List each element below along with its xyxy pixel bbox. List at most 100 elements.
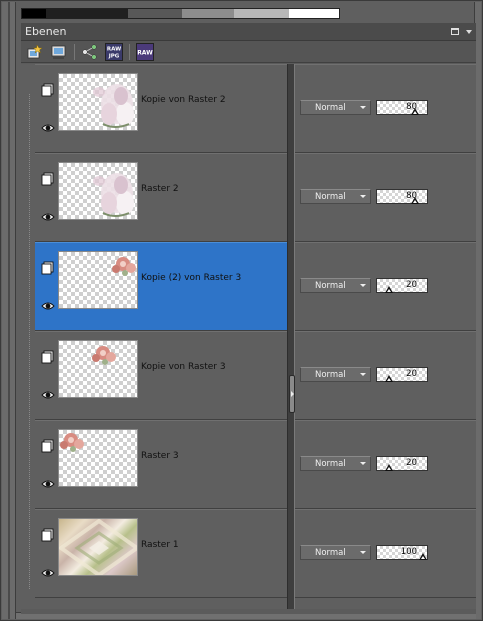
raw-jpg-line2: JPG — [108, 53, 120, 59]
layers-properties-column: Normal 80 Normal 80 Normal 20 Normal 20 Normal 20… — [295, 64, 476, 609]
layer-name: Raster 2 — [141, 184, 179, 194]
raw-icon: RAW — [136, 42, 154, 61]
maximize-button[interactable] — [448, 25, 462, 39]
blend-mode-value: Normal — [315, 102, 346, 113]
layer-link-icon[interactable] — [40, 171, 56, 187]
layer-thumbnail — [58, 162, 138, 220]
blend-mode-dropdown[interactable]: Normal — [300, 456, 371, 471]
chevron-down-icon — [360, 462, 366, 465]
layer-row[interactable]: Raster 3 — [35, 420, 287, 509]
opacity-slider-handle[interactable] — [419, 553, 427, 560]
opacity-slider-handle[interactable] — [385, 375, 393, 382]
layers-toolbar: RAW JPG RAW — [21, 41, 476, 63]
chevron-down-icon — [360, 551, 366, 554]
opacity-slider[interactable]: 20 — [376, 278, 428, 293]
chevron-right-icon — [290, 391, 294, 397]
layer-thumbnail — [58, 518, 138, 576]
toolbar-separator — [129, 43, 130, 60]
opacity-slider-handle[interactable] — [411, 197, 419, 204]
color-swatch — [22, 9, 46, 18]
opacity-slider-handle[interactable] — [385, 286, 393, 293]
opacity-slider[interactable]: 20 — [376, 456, 428, 471]
blend-mode-value: Normal — [315, 280, 346, 291]
layer-name: Raster 1 — [141, 540, 179, 550]
layer-row[interactable]: Kopie (2) von Raster 3 — [35, 242, 287, 331]
blend-mode-value: Normal — [315, 458, 346, 469]
visibility-eye-icon[interactable] — [40, 565, 56, 581]
opacity-slider-handle[interactable] — [411, 108, 419, 115]
visibility-eye-icon[interactable] — [40, 387, 56, 403]
blend-mode-dropdown[interactable]: Normal — [300, 278, 371, 293]
palette-titlebar: Ebenen — [21, 23, 476, 41]
group-gutter — [26, 64, 35, 609]
layer-properties-button[interactable] — [50, 43, 68, 61]
layer-link-icon[interactable] — [40, 527, 56, 543]
opacity-slider[interactable]: 20 — [376, 367, 428, 382]
raw-button[interactable]: RAW — [136, 42, 154, 61]
visibility-eye-icon[interactable] — [40, 476, 56, 492]
opacity-slider[interactable]: 100 — [376, 545, 428, 560]
layer-link-icon[interactable] — [40, 82, 56, 98]
dock-edge-left — [2, 2, 16, 619]
layer-properties-row: Normal 20 — [295, 242, 476, 331]
layers-palette-window: Ebenen RAW JPG RAW Kopie von Raster 2 Ra… — [0, 0, 483, 621]
layer-properties-row: Normal 20 — [295, 331, 476, 420]
layer-link-icon[interactable] — [40, 260, 56, 276]
raw-label: RAW — [137, 49, 153, 56]
maximize-icon — [451, 28, 459, 35]
visibility-eye-icon[interactable] — [40, 209, 56, 225]
color-swatch — [46, 9, 128, 18]
palette-menu-button[interactable] — [462, 25, 476, 39]
blend-mode-dropdown[interactable]: Normal — [300, 100, 371, 115]
opacity-slider[interactable]: 80 — [376, 100, 428, 115]
layer-row[interactable]: Raster 2 — [35, 153, 287, 242]
visibility-eye-icon[interactable] — [40, 298, 56, 314]
blend-mode-value: Normal — [315, 369, 346, 380]
visibility-eye-icon[interactable] — [40, 120, 56, 136]
link-icon — [82, 43, 97, 60]
raw-jpg-button[interactable]: RAW JPG — [105, 42, 123, 61]
layer-properties-row: Normal 100 — [295, 509, 476, 598]
layer-link-icon[interactable] — [40, 349, 56, 365]
link-layers-button[interactable] — [81, 43, 99, 61]
layers-list: Kopie von Raster 2 Raster 2 Kopie (2) von … — [21, 64, 476, 609]
opacity-value: 20 — [406, 458, 417, 468]
layer-row[interactable]: Kopie von Raster 2 — [35, 64, 287, 153]
new-layer-button[interactable] — [26, 43, 44, 61]
column-splitter[interactable] — [287, 64, 295, 609]
color-strip — [21, 8, 340, 19]
layers-palette: Ebenen RAW JPG RAW Kopie von Raster 2 Ra… — [21, 23, 476, 614]
opacity-value: 100 — [400, 547, 417, 557]
chevron-down-icon — [360, 373, 366, 376]
chevron-down-icon — [360, 106, 366, 109]
layer-thumbnail — [58, 340, 138, 398]
layers-name-column: Kopie von Raster 2 Raster 2 Kopie (2) von … — [21, 64, 289, 609]
blend-mode-dropdown[interactable]: Normal — [300, 367, 371, 382]
palette-title: Ebenen — [25, 25, 67, 38]
layer-name: Raster 3 — [141, 451, 179, 461]
opacity-slider[interactable]: 80 — [376, 189, 428, 204]
chevron-down-icon — [360, 284, 366, 287]
color-swatch — [128, 9, 182, 18]
layer-row[interactable]: Raster 1 — [35, 509, 287, 598]
blend-mode-dropdown[interactable]: Normal — [300, 189, 371, 204]
opacity-slider-handle[interactable] — [385, 464, 393, 471]
layer-row[interactable]: Kopie von Raster 3 — [35, 331, 287, 420]
toolbar-separator — [74, 43, 75, 60]
color-swatch — [234, 9, 289, 18]
chevron-down-icon — [466, 29, 472, 34]
opacity-value: 20 — [406, 369, 417, 379]
layer-name: Kopie von Raster 2 — [141, 95, 226, 105]
layer-properties-row: Normal 80 — [295, 64, 476, 153]
layer-new-icon — [27, 43, 43, 58]
raw-jpg-line1: RAW — [107, 46, 121, 52]
blend-mode-value: Normal — [315, 191, 346, 202]
color-swatch — [289, 9, 339, 18]
layer-link-icon[interactable] — [40, 438, 56, 454]
layer-name: Kopie (2) von Raster 3 — [141, 273, 242, 283]
blend-mode-value: Normal — [315, 547, 346, 558]
opacity-value: 20 — [406, 280, 417, 290]
layer-name: Kopie von Raster 3 — [141, 362, 226, 372]
blend-mode-dropdown[interactable]: Normal — [300, 545, 371, 560]
layer-thumbnail — [58, 251, 138, 309]
